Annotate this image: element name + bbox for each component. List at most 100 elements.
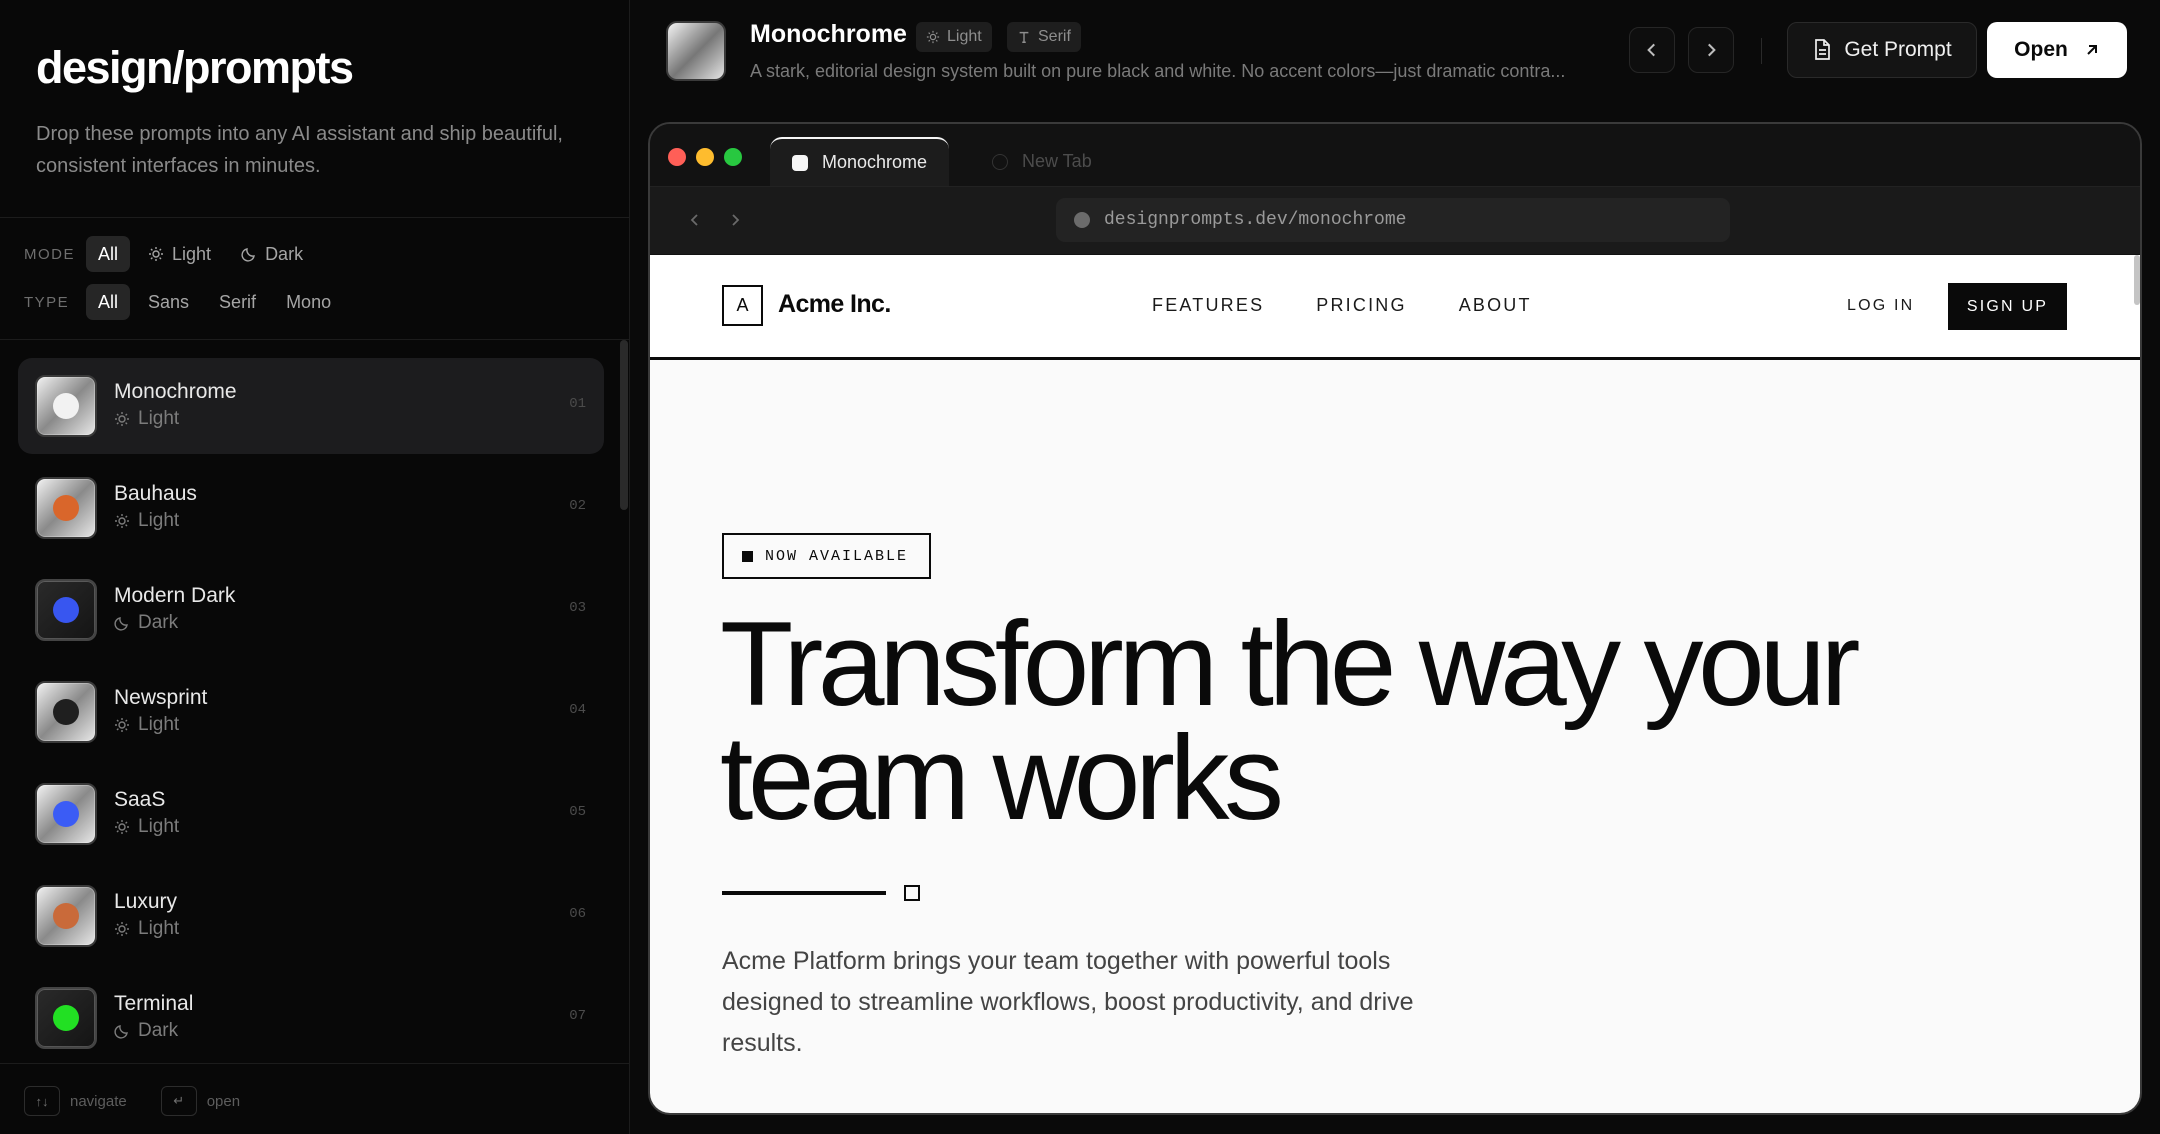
accent-dot xyxy=(53,903,79,929)
login-link[interactable]: LOG IN xyxy=(1847,297,1914,315)
type-icon xyxy=(1019,31,1029,43)
address-url: designprompts.dev/monochrome xyxy=(1104,210,1407,230)
theme-number: 05 xyxy=(569,804,586,820)
site-logo-text[interactable]: Acme Inc. xyxy=(778,290,891,319)
theme-number: 02 xyxy=(569,498,586,514)
hero-line: Transform the way your xyxy=(720,597,1860,731)
get-prompt-label: Get Prompt xyxy=(1844,38,1952,61)
browser-back-button[interactable] xyxy=(682,207,708,233)
next-theme-button[interactable] xyxy=(1688,27,1734,73)
type-badge-label: Serif xyxy=(1038,28,1071,45)
tab-monochrome[interactable]: Monochrome xyxy=(770,137,950,186)
browser-forward-button[interactable] xyxy=(722,207,748,233)
prev-theme-button[interactable] xyxy=(1629,27,1675,73)
theme-name: Newsprint xyxy=(114,686,208,709)
theme-header: Monochrome Light Serif A stark, editoria… xyxy=(631,0,2160,110)
theme-swatch-icon xyxy=(35,987,97,1049)
sun-icon xyxy=(115,718,129,732)
sun-icon xyxy=(115,820,129,834)
nav-link-about[interactable]: ABOUT xyxy=(1459,295,1532,316)
theme-swatch-icon xyxy=(35,783,97,845)
type-option-sans[interactable]: Sans xyxy=(136,284,201,320)
moon-icon xyxy=(241,248,255,262)
theme-swatch-icon xyxy=(35,681,97,743)
theme-swatch-icon xyxy=(35,477,97,539)
minimize-light[interactable] xyxy=(696,148,714,166)
theme-mode: Dark xyxy=(114,612,178,634)
square-icon xyxy=(742,550,753,562)
mode-option-dark[interactable]: Dark xyxy=(229,236,315,272)
open-button[interactable]: Open xyxy=(1987,22,2127,78)
theme-mode-label: Light xyxy=(138,408,180,429)
theme-name: Modern Dark xyxy=(114,584,236,607)
theme-name: SaaS xyxy=(114,788,166,811)
mode-option-light[interactable]: Light xyxy=(136,236,223,272)
type-option-mono[interactable]: Mono xyxy=(274,284,343,320)
chevron-left-icon xyxy=(690,214,698,226)
address-bar[interactable]: designprompts.dev/monochrome xyxy=(1056,198,1730,242)
brand-title: design/prompts xyxy=(36,42,354,93)
open-hint: open xyxy=(206,1092,241,1110)
arrow-up-right-icon xyxy=(2087,45,2097,55)
hero-rule xyxy=(722,891,886,895)
theme-name: Terminal xyxy=(114,992,194,1015)
accent-dot xyxy=(53,597,79,623)
close-light[interactable] xyxy=(668,148,686,166)
site-logo-mark[interactable]: A xyxy=(722,285,763,326)
sun-icon xyxy=(115,922,129,936)
sidebar: design/prompts Drop these prompts into a… xyxy=(0,0,630,1134)
theme-swatch-icon xyxy=(35,885,97,947)
site-navbar: A Acme Inc. FEATURES PRICING ABOUT LOG I… xyxy=(650,255,2140,360)
theme-number: 01 xyxy=(569,396,586,412)
theme-number: 06 xyxy=(569,906,586,922)
type-option-all[interactable]: All xyxy=(86,284,131,320)
nav-link-features[interactable]: FEATURES xyxy=(1152,295,1264,316)
tab-new[interactable]: New Tab xyxy=(970,137,1114,186)
availability-badge: NOW AVAILABLE xyxy=(722,533,931,579)
signup-button[interactable]: SIGN UP xyxy=(1948,283,2067,330)
tab-label: Monochrome xyxy=(822,152,928,172)
accent-dot xyxy=(53,801,79,827)
theme-list-item[interactable]: Terminal Dark 07 xyxy=(18,970,604,1066)
hero-heading: Transform the way your team works xyxy=(720,597,1920,838)
theme-mode: Light xyxy=(114,816,179,838)
chevron-left-icon xyxy=(1647,43,1655,57)
type-option-serif[interactable]: Serif xyxy=(207,284,268,320)
browser-titlebar: Monochrome New Tab xyxy=(650,124,2140,186)
moon-icon xyxy=(114,1025,128,1039)
theme-list: Monochrome Light 01 Bauhaus Light 02 Modern Da… xyxy=(18,358,604,1072)
theme-number: 07 xyxy=(569,1008,586,1024)
maximize-light[interactable] xyxy=(724,148,742,166)
theme-list-item[interactable]: SaaS Light 05 xyxy=(18,766,604,862)
site-info-icon xyxy=(1074,212,1090,228)
type-option-label: Mono xyxy=(286,291,332,312)
page-scrollbar[interactable] xyxy=(2134,255,2140,305)
mode-option-all[interactable]: All xyxy=(86,236,131,272)
mode-badge-label: Light xyxy=(947,28,982,45)
theme-mode: Light xyxy=(114,510,179,532)
availability-label: NOW AVAILABLE xyxy=(765,547,909,565)
sidebar-scrollbar[interactable] xyxy=(620,340,628,510)
sun-icon xyxy=(926,30,940,44)
theme-list-item[interactable]: Newsprint Light 04 xyxy=(18,664,604,760)
sun-icon xyxy=(115,514,129,528)
page-preview: A Acme Inc. FEATURES PRICING ABOUT LOG I… xyxy=(650,255,2140,1113)
theme-name: Bauhaus xyxy=(114,482,197,505)
get-prompt-button[interactable]: Get Prompt xyxy=(1787,22,1977,78)
theme-name: Monochrome xyxy=(114,380,237,403)
theme-list-item[interactable]: Modern Dark Dark 03 xyxy=(18,562,604,658)
theme-list-item[interactable]: Luxury Light 06 xyxy=(18,868,604,964)
tab-favicon-icon xyxy=(792,154,808,171)
browser-toolbar: designprompts.dev/monochrome xyxy=(650,186,2140,254)
divider xyxy=(1761,38,1762,64)
document-icon xyxy=(1815,39,1831,60)
theme-list-item[interactable]: Bauhaus Light 02 xyxy=(18,460,604,556)
nav-link-pricing[interactable]: PRICING xyxy=(1316,295,1406,316)
hero-subtitle: Acme Platform brings your team together … xyxy=(722,947,1414,1057)
type-option-label: Serif xyxy=(219,291,257,312)
theme-swatch-icon xyxy=(35,375,97,437)
sun-icon xyxy=(149,247,164,261)
accent-dot xyxy=(53,495,79,521)
theme-list-item[interactable]: Monochrome Light 01 xyxy=(18,358,604,454)
type-badge: Serif xyxy=(1007,22,1081,52)
